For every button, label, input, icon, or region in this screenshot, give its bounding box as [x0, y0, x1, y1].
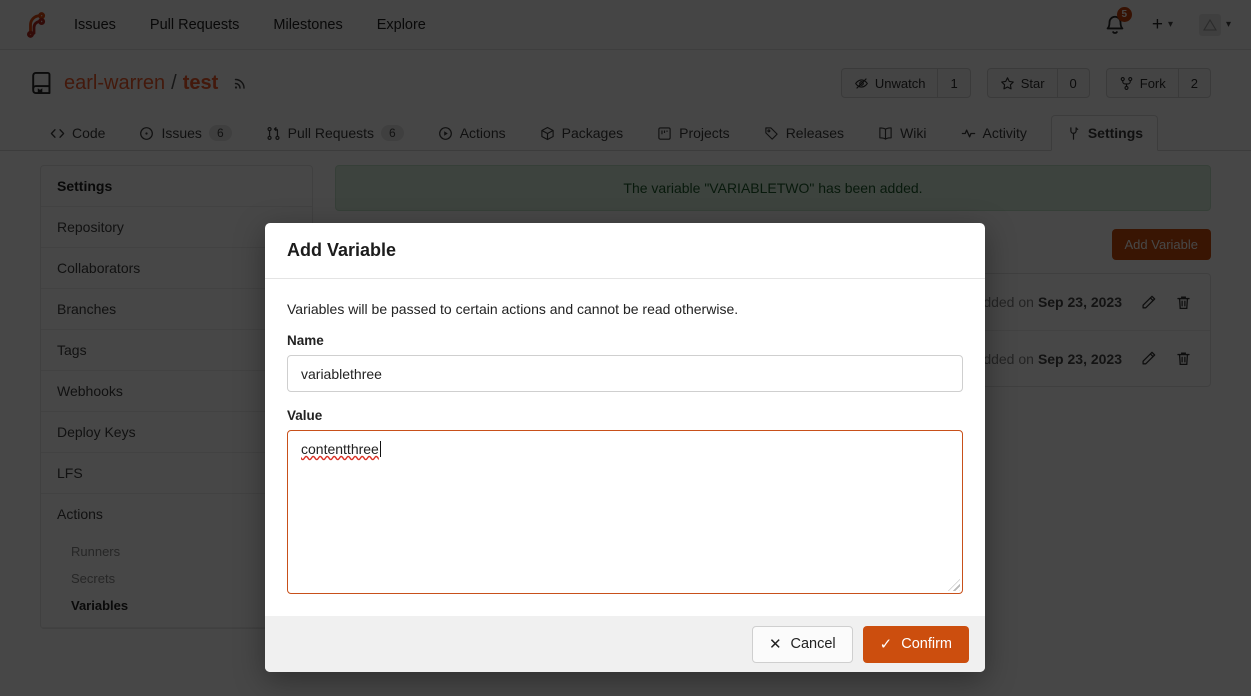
confirm-button[interactable]: ✓ Confirm: [863, 626, 969, 663]
modal-description: Variables will be passed to certain acti…: [287, 301, 963, 317]
variable-name-input[interactable]: [287, 355, 963, 392]
value-text: contentthree: [301, 441, 379, 457]
add-variable-modal: Add Variable Variables will be passed to…: [265, 223, 985, 672]
modal-title: Add Variable: [265, 223, 985, 279]
cancel-label: Cancel: [791, 636, 836, 652]
modal-footer: ✕ Cancel ✓ Confirm: [265, 616, 985, 672]
close-icon: ✕: [769, 635, 782, 653]
text-cursor: [380, 441, 382, 457]
value-field-label: Value: [287, 408, 963, 423]
confirm-label: Confirm: [901, 636, 952, 652]
check-icon: ✓: [880, 635, 893, 653]
name-field-label: Name: [287, 333, 963, 348]
modal-body: Variables will be passed to certain acti…: [265, 279, 985, 616]
page: Issues Pull Requests Milestones Explore …: [0, 0, 1251, 696]
cancel-button[interactable]: ✕ Cancel: [752, 626, 853, 663]
textarea-resize-handle[interactable]: [948, 579, 960, 591]
variable-value-textarea[interactable]: contentthree: [287, 430, 963, 594]
